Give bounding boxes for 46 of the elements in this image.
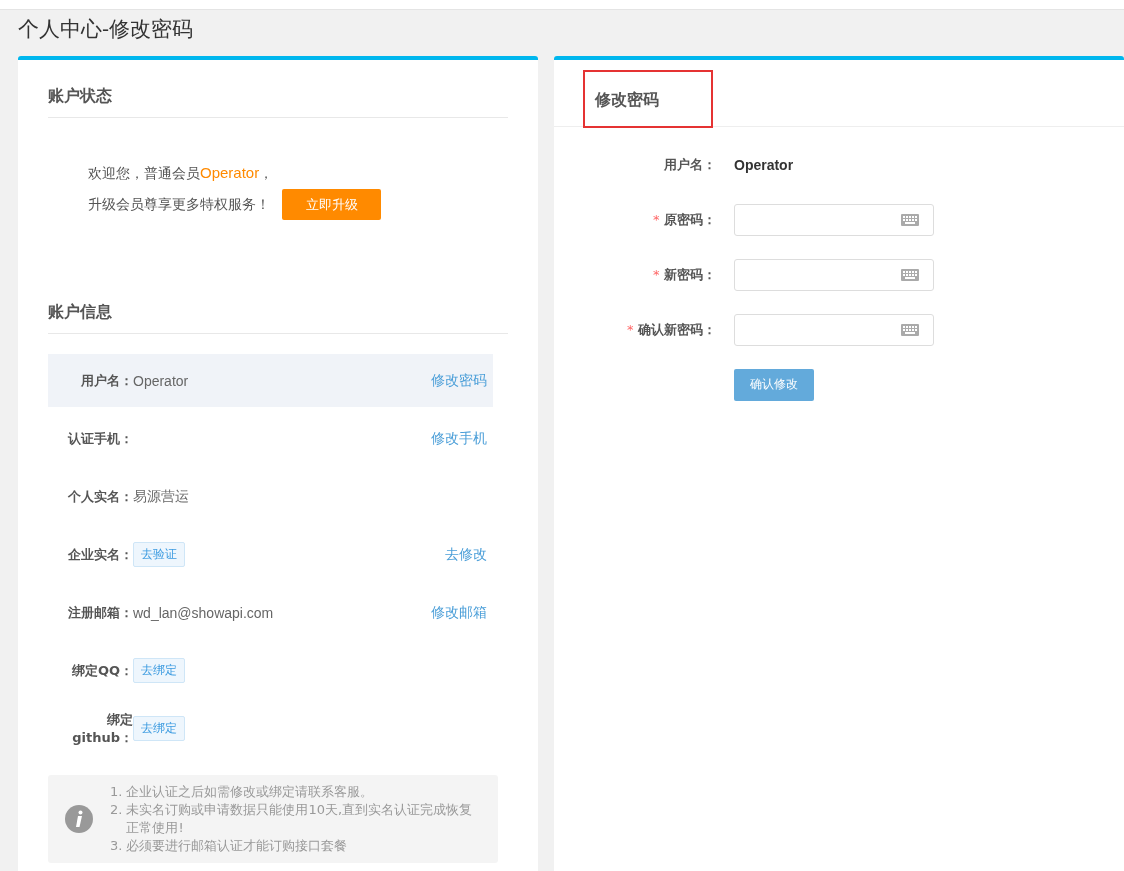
- field-value: wd_lan@showapi.com: [133, 604, 274, 621]
- field-label: 原密码：: [664, 211, 716, 227]
- note-number: 2.: [110, 801, 123, 819]
- keyboard-icon: [901, 213, 919, 226]
- password-field[interactable]: [734, 203, 934, 236]
- required-mark: *: [652, 211, 660, 227]
- field-label: 绑定github：: [71, 710, 133, 747]
- note-text: 必须要进行邮箱认证才能订购接口套餐: [126, 837, 348, 855]
- page-title: 个人中心-修改密码: [18, 16, 195, 43]
- upgrade-button[interactable]: 立即升级: [282, 189, 381, 220]
- note-text: 企业认证之后如需修改或绑定请联系客服。: [126, 783, 374, 801]
- note-text: 未实名订购或申请数据只能使用10天,直到实名认证完成恢复正常使用!: [126, 801, 474, 837]
- required-mark: *: [652, 266, 660, 282]
- action-link[interactable]: 去修改: [445, 545, 487, 564]
- form-heading: 修改密码: [583, 70, 713, 128]
- field-value: 易源营运: [133, 487, 189, 506]
- action-link[interactable]: 修改密码: [431, 371, 487, 390]
- field-label: 用户名：: [80, 371, 133, 390]
- required-mark: *: [626, 321, 634, 337]
- welcome-text: 欢迎您，普通会员Operator，: [88, 164, 274, 183]
- note-number: 3.: [110, 837, 123, 855]
- password-field[interactable]: [734, 313, 934, 346]
- action-link[interactable]: 修改手机: [431, 429, 487, 448]
- password-field[interactable]: [734, 258, 934, 291]
- section-heading: 账户信息: [48, 276, 508, 334]
- field-label: 用户名：: [663, 155, 717, 174]
- username-value: Operator: [734, 156, 794, 173]
- action-tag[interactable]: 去绑定: [133, 658, 185, 683]
- action-tag[interactable]: 去绑定: [133, 716, 185, 741]
- field-label: 确认新密码：: [638, 321, 716, 337]
- info-icon: [64, 804, 94, 834]
- field-label: 个人实名：: [67, 487, 133, 506]
- field-label: 新密码：: [664, 266, 716, 282]
- upgrade-text: 升级会员尊享更多特权服务！: [88, 195, 270, 214]
- field-label: 注册邮箱：: [67, 603, 133, 622]
- field-label: 绑定QQ：: [70, 661, 133, 680]
- field-value: Operator: [133, 372, 189, 389]
- keyboard-icon: [901, 268, 919, 281]
- note-number: 1.: [110, 783, 123, 801]
- field-label: 认证手机：: [67, 429, 133, 448]
- submit-button[interactable]: 确认修改: [734, 368, 814, 401]
- action-tag[interactable]: 去验证: [133, 542, 185, 567]
- field-label: 企业实名：: [67, 545, 133, 564]
- section-heading: 账户状态: [48, 60, 508, 118]
- keyboard-icon: [901, 323, 919, 336]
- action-link[interactable]: 修改邮箱: [431, 603, 487, 622]
